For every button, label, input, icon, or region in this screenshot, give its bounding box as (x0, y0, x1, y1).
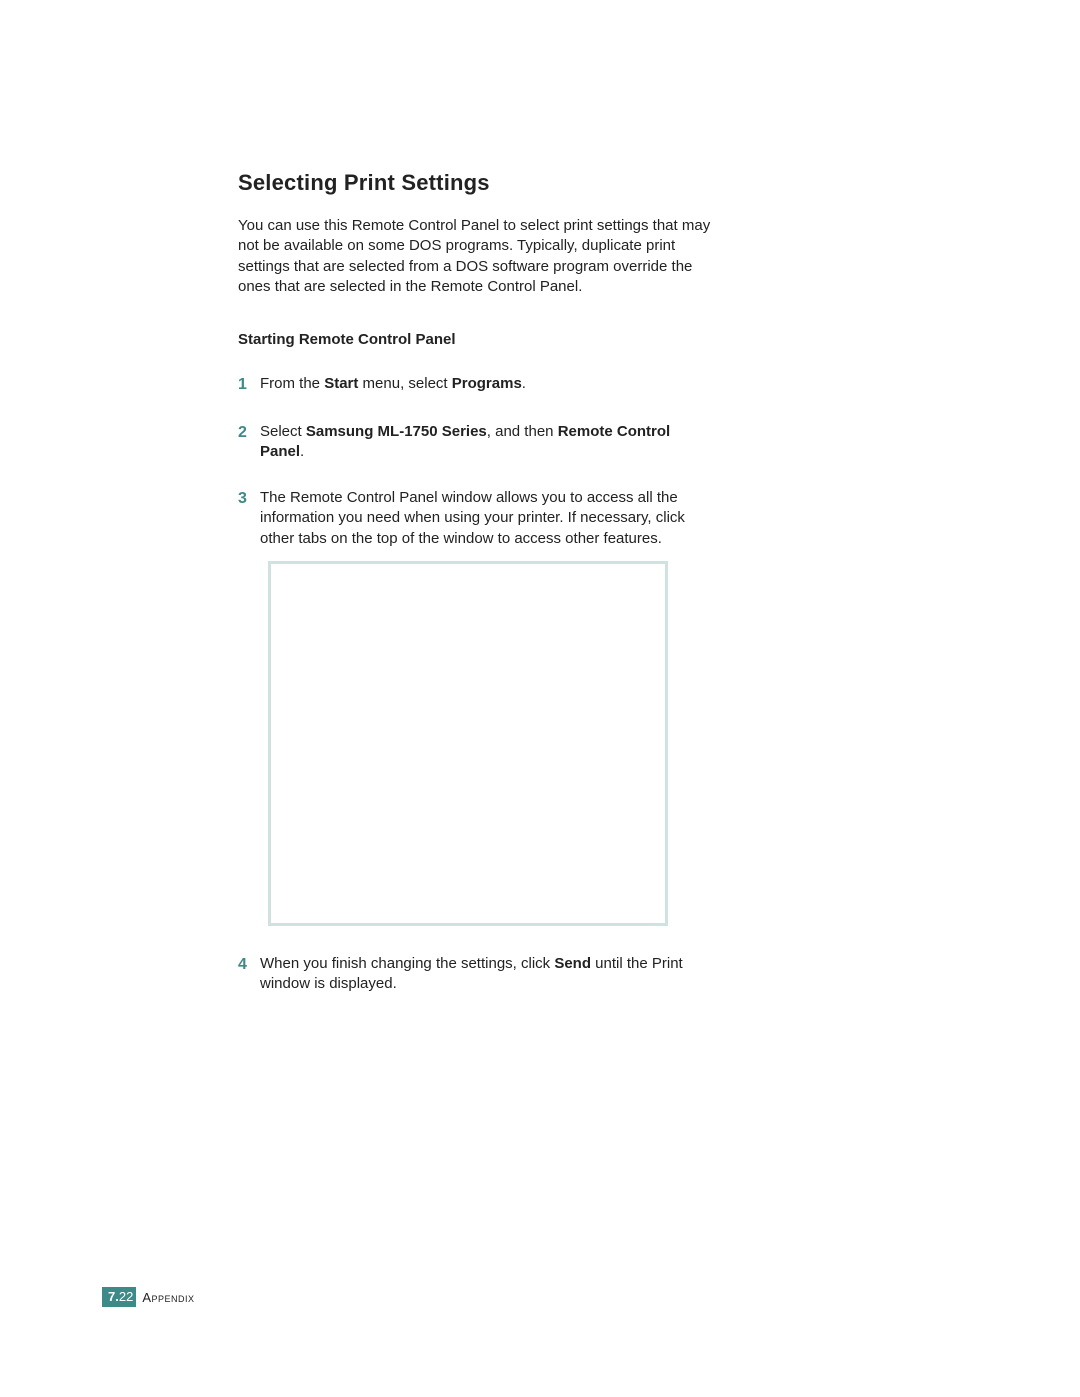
step-number: 2 (238, 422, 260, 444)
content-area: Selecting Print Settings You can use thi… (238, 170, 718, 1020)
step-number: 3 (238, 488, 260, 510)
text-fragment: When you finish changing the settings, c… (260, 955, 554, 972)
step-number: 1 (238, 374, 260, 396)
step-text: When you finish changing the settings, c… (260, 954, 718, 995)
text-fragment: , and then (487, 423, 558, 440)
step-4: 4 When you finish changing the settings,… (238, 954, 718, 995)
step-text: The Remote Control Panel window allows y… (260, 488, 718, 549)
section-title: Selecting Print Settings (238, 170, 718, 196)
page-footer: 7.22 Appendix (102, 1287, 195, 1307)
bold-programs: Programs (452, 375, 522, 392)
text-fragment: Select (260, 423, 306, 440)
text-fragment: . (522, 375, 526, 392)
bold-send: Send (554, 955, 591, 972)
text-fragment: menu, select (358, 375, 451, 392)
step-1: 1 From the Start menu, select Programs. (238, 374, 718, 396)
text-fragment: . (300, 443, 304, 460)
step-3: 3 The Remote Control Panel window allows… (238, 488, 718, 549)
bold-product: Samsung ML-1750 Series (306, 423, 487, 440)
document-page: Selecting Print Settings You can use thi… (0, 0, 1080, 1397)
bold-start: Start (324, 375, 358, 392)
page-number: 22 (119, 1289, 133, 1304)
intro-paragraph: You can use this Remote Control Panel to… (238, 216, 718, 297)
appendix-label: Appendix (142, 1290, 194, 1305)
step-2: 2 Select Samsung ML-1750 Series, and the… (238, 422, 718, 463)
text-fragment: From the (260, 375, 324, 392)
step-text: From the Start menu, select Programs. (260, 374, 526, 394)
sub-heading: Starting Remote Control Panel (238, 331, 718, 348)
screenshot-placeholder (268, 561, 668, 926)
step-text: Select Samsung ML-1750 Series, and then … (260, 422, 718, 463)
chapter-number: 7. (108, 1289, 119, 1304)
page-number-badge: 7.22 (102, 1287, 136, 1307)
step-number: 4 (238, 954, 260, 976)
